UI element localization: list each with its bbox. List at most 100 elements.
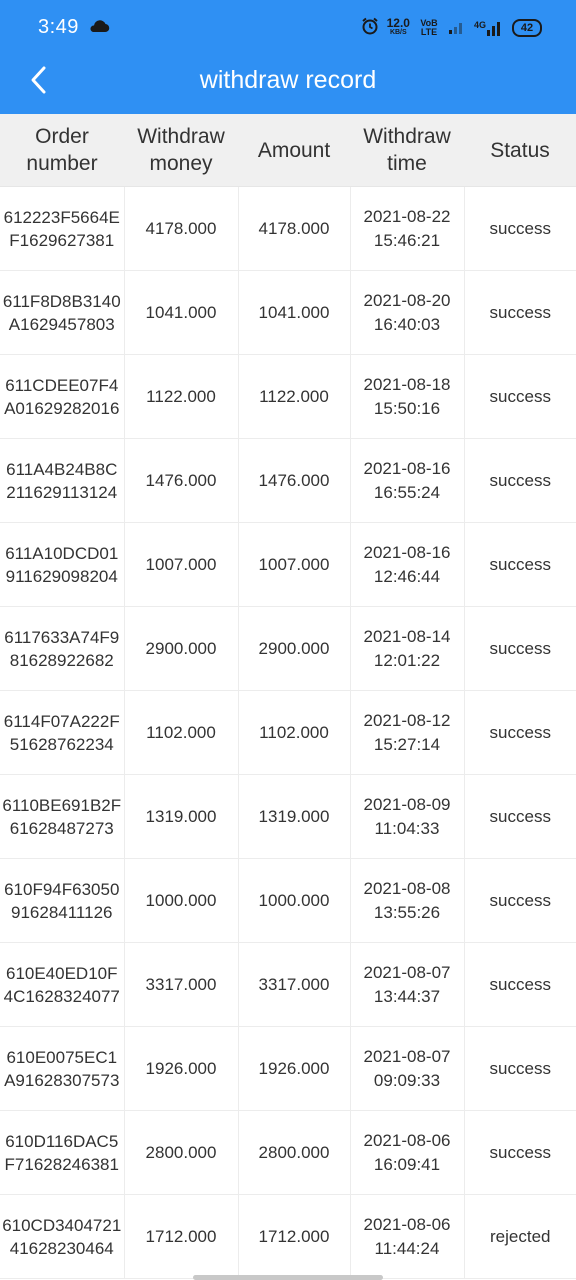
withdraw-time: 2021-08-18 15:50:16 <box>350 354 465 439</box>
order-number: 611A10DCD01911629098204 <box>0 522 125 607</box>
withdraw-money: 2900.000 <box>124 606 239 691</box>
amount: 1122.000 <box>238 354 351 439</box>
status-time: 3:49 <box>38 16 79 38</box>
withdraw-date: 2021-08-16 <box>363 542 451 562</box>
order-number: 611A4B24B8C211629113124 <box>0 438 125 523</box>
order-number: 612223F5664EF1629627381 <box>0 186 125 271</box>
withdraw-time: 2021-08-06 11:44:24 <box>350 1194 465 1279</box>
order-number: 610D116DAC5F71628246381 <box>0 1110 125 1195</box>
withdraw-time: 2021-08-12 15:27:14 <box>350 690 465 775</box>
status: success <box>464 270 576 355</box>
status: success <box>464 690 576 775</box>
withdraw-date: 2021-08-18 <box>363 374 451 394</box>
table-row: 6117633A74F981628922682 2900.000 2900.000 2… <box>0 606 576 691</box>
table-row: 6110BE691B2F61628487273 1319.000 1319.000 2… <box>0 774 576 859</box>
withdraw-time: 2021-08-20 16:40:03 <box>350 270 465 355</box>
withdraw-clock: 13:44:37 <box>373 986 441 1006</box>
withdraw-money: 1712.000 <box>124 1194 239 1279</box>
withdraw-money: 1926.000 <box>124 1026 239 1111</box>
column-withdraw-money: Withdraw money <box>124 114 238 187</box>
withdraw-clock: 11:44:24 <box>374 1238 440 1258</box>
order-number: 610F94F6305091628411126 <box>0 858 125 943</box>
column-status: Status <box>464 114 576 187</box>
withdraw-time: 2021-08-07 09:09:33 <box>350 1026 465 1111</box>
withdraw-time: 2021-08-16 16:55:24 <box>350 438 465 523</box>
table-row: 611F8D8B3140A1629457803 1041.000 1041.000 2… <box>0 270 576 355</box>
withdraw-clock: 16:40:03 <box>373 314 441 334</box>
withdraw-time: 2021-08-08 13:55:26 <box>350 858 465 943</box>
status: success <box>464 186 576 271</box>
status-bar: 3:49 12.0 KB/S VoB LTE 4G 42 <box>0 0 576 56</box>
table-row: 610F94F6305091628411126 1000.000 1000.000 2… <box>0 858 576 943</box>
status: success <box>464 942 576 1027</box>
withdraw-money: 1319.000 <box>124 774 239 859</box>
status: success <box>464 1026 576 1111</box>
withdraw-money: 2800.000 <box>124 1110 239 1195</box>
withdraw-clock: 16:55:24 <box>373 482 441 502</box>
table-row: 610E40ED10F4C1628324077 3317.000 3317.000 2… <box>0 942 576 1027</box>
volte-indicator: VoB LTE <box>420 18 438 37</box>
alarm-icon <box>361 17 379 40</box>
order-number: 610E40ED10F4C1628324077 <box>0 942 125 1027</box>
chevron-left-icon <box>31 66 46 94</box>
app-header: 3:49 12.0 KB/S VoB LTE 4G 42 withdraw re… <box>0 0 576 114</box>
amount: 1007.000 <box>238 522 351 607</box>
withdraw-money: 1000.000 <box>124 858 239 943</box>
amount: 2900.000 <box>238 606 351 691</box>
back-button[interactable] <box>20 62 56 98</box>
order-number: 611CDEE07F4A01629282016 <box>0 354 125 439</box>
net-speed: 12.0 KB/S <box>386 16 410 36</box>
withdraw-money: 1476.000 <box>124 438 239 523</box>
order-number: 6110BE691B2F61628487273 <box>0 774 125 859</box>
status: success <box>464 522 576 607</box>
table-row: 611CDEE07F4A01629282016 1122.000 1122.000 2… <box>0 354 576 439</box>
withdraw-clock: 13:55:26 <box>373 902 441 922</box>
amount: 1102.000 <box>238 690 351 775</box>
order-number: 6117633A74F981628922682 <box>0 606 125 691</box>
amount: 1926.000 <box>238 1026 351 1111</box>
withdraw-clock: 12:01:22 <box>373 650 441 670</box>
amount: 1476.000 <box>238 438 351 523</box>
status: success <box>464 774 576 859</box>
order-number: 6114F07A222F51628762234 <box>0 690 125 775</box>
withdraw-date: 2021-08-12 <box>363 710 451 730</box>
status: success <box>464 606 576 691</box>
withdraw-time: 2021-08-09 11:04:33 <box>350 774 465 859</box>
withdraw-date: 2021-08-07 <box>363 1046 451 1066</box>
withdraw-date: 2021-08-06 <box>363 1214 451 1234</box>
withdraw-date: 2021-08-16 <box>363 458 451 478</box>
withdraw-clock: 12:46:44 <box>373 566 441 586</box>
status: rejected <box>464 1194 576 1279</box>
withdraw-money: 1007.000 <box>124 522 239 607</box>
amount: 3317.000 <box>238 942 351 1027</box>
withdraw-records-table: Order number Withdraw money Amount Withd… <box>0 114 576 1279</box>
table-header-row: Order number Withdraw money Amount Withd… <box>0 114 576 187</box>
column-amount: Amount <box>238 114 350 187</box>
withdraw-clock: 15:50:16 <box>373 398 441 418</box>
signal-4g-icon: 4G <box>474 20 504 36</box>
amount: 4178.000 <box>238 186 351 271</box>
order-number: 611F8D8B3140A1629457803 <box>0 270 125 355</box>
withdraw-date: 2021-08-14 <box>363 626 451 646</box>
amount: 2800.000 <box>238 1110 351 1195</box>
home-indicator <box>193 1275 383 1280</box>
table-row: 6114F07A222F51628762234 1102.000 1102.000 2… <box>0 690 576 775</box>
table-row: 610D116DAC5F71628246381 2800.000 2800.000 2… <box>0 1110 576 1195</box>
amount: 1319.000 <box>238 774 351 859</box>
table-row: 611A10DCD01911629098204 1007.000 1007.000 2… <box>0 522 576 607</box>
table-row: 612223F5664EF1629627381 4178.000 4178.000 2… <box>0 186 576 271</box>
withdraw-date: 2021-08-06 <box>363 1130 451 1150</box>
withdraw-clock: 15:46:21 <box>373 230 441 250</box>
amount: 1712.000 <box>238 1194 351 1279</box>
order-number: 610E0075EC1A91628307573 <box>0 1026 125 1111</box>
table-row: 610CD340472141628230464 1712.000 1712.000 2… <box>0 1194 576 1279</box>
order-number: 610CD340472141628230464 <box>0 1194 125 1279</box>
withdraw-date: 2021-08-20 <box>363 290 451 310</box>
withdraw-money: 4178.000 <box>124 186 239 271</box>
battery-icon: 42 <box>512 19 542 37</box>
withdraw-clock: 15:27:14 <box>373 734 441 754</box>
status: success <box>464 354 576 439</box>
status: success <box>464 438 576 523</box>
signal-weak-icon <box>448 18 466 39</box>
cloud-icon <box>88 19 110 38</box>
